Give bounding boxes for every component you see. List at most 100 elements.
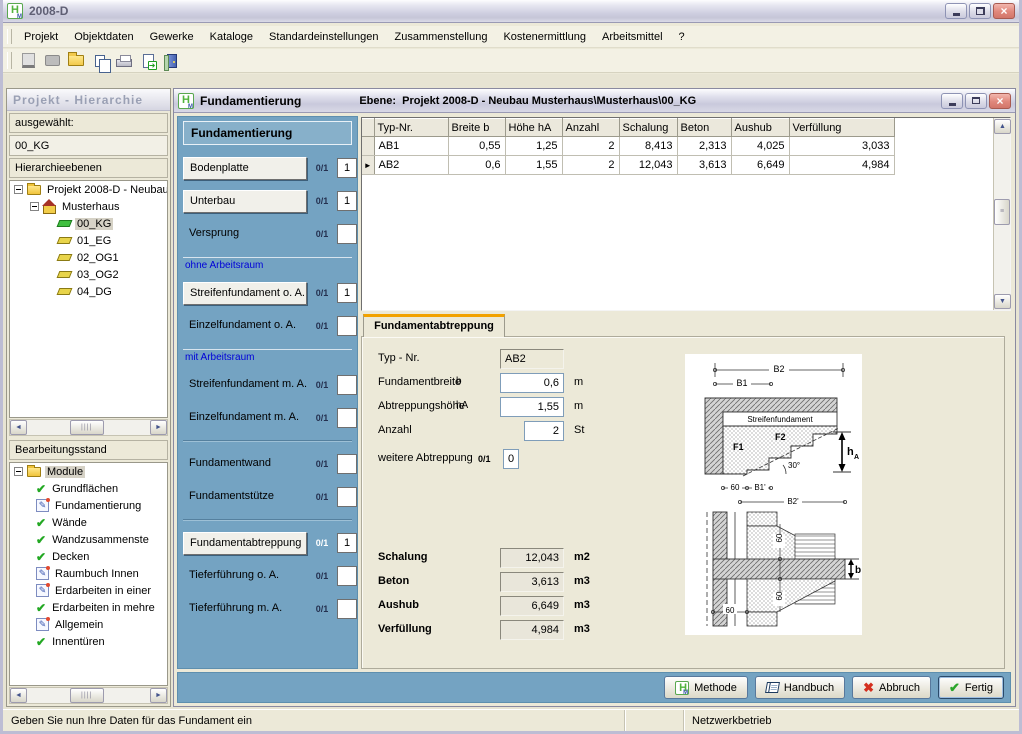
weitere-abtreppung-input[interactable]: 0	[503, 449, 519, 469]
fundamentwand-count-field[interactable]	[337, 454, 357, 474]
column-header[interactable]: Schalung	[619, 119, 677, 137]
exit-door-icon[interactable]	[160, 50, 184, 72]
tree-item-floor[interactable]: 01_EG	[10, 232, 167, 249]
table-vscrollbar[interactable]: ▲ ≡ ▼	[993, 118, 1010, 310]
column-header[interactable]: Aushub	[731, 119, 789, 137]
column-header[interactable]: Anzahl	[562, 119, 619, 137]
child-maximize-button[interactable]	[965, 93, 987, 109]
copy-icon[interactable]	[88, 50, 112, 72]
menu-kostenermittlung[interactable]: Kostenermittlung	[495, 28, 594, 46]
scroll-left-icon[interactable]: ◄	[10, 420, 27, 435]
anzahl-input[interactable]: 2	[524, 421, 564, 441]
column-header[interactable]: Verfüllung	[789, 119, 894, 137]
table-row[interactable]: AB1 0,55 1,25 2 8,413 2,313 4,025 3,033	[362, 137, 894, 156]
export-document-icon[interactable]	[136, 50, 160, 72]
close-button[interactable]: ×	[993, 3, 1015, 19]
tab-fundamentabtreppung[interactable]: Fundamentabtreppung	[363, 314, 505, 337]
scroll-thumb[interactable]: ||||	[70, 688, 104, 703]
fundamentstuetze-count-field[interactable]	[337, 487, 357, 507]
scroll-right-icon[interactable]: ►	[150, 420, 167, 435]
module-item[interactable]: ✔ Grundflächen	[10, 480, 167, 497]
minimize-button[interactable]	[945, 3, 967, 19]
child-minimize-button[interactable]	[941, 93, 963, 109]
menu-arbeitsmittel[interactable]: Arbeitsmittel	[594, 28, 671, 46]
menu-gewerke[interactable]: Gewerke	[142, 28, 202, 46]
unterbau-button[interactable]: Unterbau	[183, 190, 307, 213]
scroll-left-icon[interactable]: ◄	[10, 688, 27, 703]
menu-help[interactable]: ?	[671, 28, 693, 46]
scroll-thumb[interactable]: ≡	[994, 199, 1010, 225]
tieferfuehrung-ma-button[interactable]: Tieferführung m. A.	[183, 598, 307, 621]
new-document-icon[interactable]	[16, 50, 40, 72]
menu-objektdaten[interactable]: Objektdaten	[66, 28, 141, 46]
child-close-button[interactable]: ×	[989, 93, 1011, 109]
tieferfuehrung-oa-count-field[interactable]	[337, 566, 357, 586]
versprung-button[interactable]: Versprung	[183, 223, 307, 246]
toolbar-grip[interactable]	[7, 52, 12, 68]
fundamentabtreppung-count-field[interactable]: 1	[337, 533, 357, 553]
fertig-button[interactable]: ✔ Fertig	[938, 676, 1004, 699]
menu-projekt[interactable]: Projekt	[16, 28, 66, 46]
tieferfuehrung-oa-button[interactable]: Tieferführung o. A.	[183, 565, 307, 588]
collapse-icon[interactable]	[14, 185, 23, 194]
bodenplatte-button[interactable]: Bodenplatte	[183, 157, 307, 180]
row-selector-arrow-icon[interactable]: ►	[362, 156, 374, 175]
tree-item-floor[interactable]: 04_DG	[10, 283, 167, 300]
scroll-up-icon[interactable]: ▲	[994, 119, 1011, 134]
fundamentabtreppung-button[interactable]: Fundamentabtreppung	[183, 532, 307, 555]
versprung-count-field[interactable]	[337, 224, 357, 244]
abtreppungshoehe-input[interactable]: 1,55	[500, 397, 564, 417]
einzelfundament-ma-button[interactable]: Einzelfundament m. A.	[183, 407, 307, 430]
restore-button[interactable]	[969, 3, 991, 19]
column-header[interactable]: Breite b	[448, 119, 505, 137]
bodenplatte-count-field[interactable]: 1	[337, 158, 357, 178]
column-header[interactable]: Beton	[677, 119, 731, 137]
menubar-grip[interactable]	[7, 29, 12, 44]
streifenfundament-ma-count-field[interactable]	[337, 375, 357, 395]
row-selector[interactable]	[362, 137, 374, 156]
scroll-thumb[interactable]: ||||	[70, 420, 104, 435]
tree-item-floor[interactable]: 00_KG	[10, 215, 167, 232]
fundamentstuetze-button[interactable]: Fundamentstütze	[183, 486, 307, 509]
einzelfundament-ma-count-field[interactable]	[337, 408, 357, 428]
collapse-icon[interactable]	[30, 202, 39, 211]
tree-item-building[interactable]: Musterhaus	[10, 198, 167, 215]
tree-item-floor[interactable]: 02_OG1	[10, 249, 167, 266]
einzelfundament-oa-count-field[interactable]	[337, 316, 357, 336]
module-item[interactable]: ✎ Raumbuch Innen	[10, 565, 167, 582]
abbruch-button[interactable]: ✖ Abbruch	[852, 676, 931, 699]
hierarchy-hscrollbar[interactable]: ◄ |||| ►	[9, 419, 168, 436]
collapse-icon[interactable]	[14, 467, 23, 476]
column-header[interactable]: Höhe hA	[505, 119, 562, 137]
streifenfundament-ma-button[interactable]: Streifenfundament m. A.	[183, 374, 307, 397]
menu-kataloge[interactable]: Kataloge	[202, 28, 261, 46]
print-icon[interactable]	[112, 50, 136, 72]
module-item[interactable]: ✔ Innentüren	[10, 633, 167, 650]
handbuch-button[interactable]: Handbuch	[755, 676, 845, 699]
table-row-selected[interactable]: ► AB2 0,6 1,55 2 12,043 3,613 6,649 4,98…	[362, 156, 894, 175]
scroll-down-icon[interactable]: ▼	[994, 294, 1011, 309]
fundamentwand-button[interactable]: Fundamentwand	[183, 453, 307, 476]
tieferfuehrung-ma-count-field[interactable]	[337, 599, 357, 619]
menu-standardeinstellungen[interactable]: Standardeinstellungen	[261, 28, 386, 46]
fundamentbreite-input[interactable]: 0,6	[500, 373, 564, 393]
streifenfundament-oa-button[interactable]: Streifenfundament o. A.	[183, 282, 307, 305]
unterbau-count-field[interactable]: 1	[337, 191, 357, 211]
module-item[interactable]: ✔ Erdarbeiten in mehre	[10, 599, 167, 616]
methode-button[interactable]: Methode	[664, 676, 748, 699]
module-item[interactable]: ✔ Wandzusammenste	[10, 531, 167, 548]
module-item[interactable]: ✔ Wände	[10, 514, 167, 531]
streifenfundament-oa-count-field[interactable]: 1	[337, 283, 357, 303]
tree-item-floor[interactable]: 03_OG2	[10, 266, 167, 283]
einzelfundament-oa-button[interactable]: Einzelfundament o. A.	[183, 315, 307, 338]
module-item[interactable]: ✎ Allgemein	[10, 616, 167, 633]
menu-zusammenstellung[interactable]: Zusammenstellung	[387, 28, 496, 46]
open-project-icon[interactable]	[40, 50, 64, 72]
module-item[interactable]: ✔ Decken	[10, 548, 167, 565]
module-item[interactable]: ✎ Erdarbeiten in einer	[10, 582, 167, 599]
column-header[interactable]: Typ-Nr.	[374, 119, 448, 137]
open-folder-icon[interactable]	[64, 50, 88, 72]
module-item[interactable]: ✎ Fundamentierung	[10, 497, 167, 514]
tree-item-modules-root[interactable]: Module	[10, 463, 167, 480]
tree-item-project[interactable]: Projekt 2008-D - Neubau	[10, 181, 167, 198]
